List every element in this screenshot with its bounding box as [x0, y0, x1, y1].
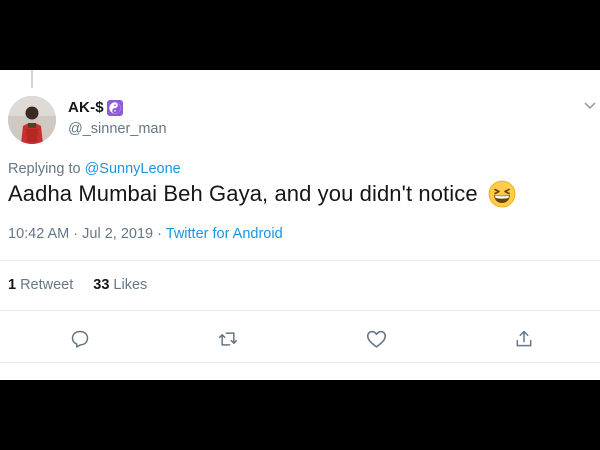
- tweet-text: Aadha Mumbai Beh Gaya, and you didn't no…: [8, 180, 516, 208]
- likes-count: 33: [93, 277, 110, 293]
- tweet-card: AK-$ @_sinner_man Replying to @SunnyLeon…: [0, 70, 600, 380]
- retweets-count: 1: [8, 277, 17, 293]
- author-display-name[interactable]: AK-$: [68, 99, 104, 116]
- replying-to-line: Replying to @SunnyLeone: [8, 161, 181, 177]
- tweet-action-bar: [0, 328, 600, 348]
- retweet-icon[interactable]: [217, 328, 239, 350]
- divider: [0, 260, 600, 261]
- letterbox-frame: AK-$ @_sinner_man Replying to @SunnyLeon…: [0, 0, 600, 450]
- meta-separator: ·: [157, 226, 162, 242]
- tweet-stats: 1 Retweet 33 Likes: [8, 277, 147, 293]
- tweet-date[interactable]: Jul 2, 2019: [82, 226, 153, 242]
- replying-to-label: Replying to: [8, 161, 81, 177]
- chevron-down-icon[interactable]: [583, 100, 597, 112]
- tweet-client-link[interactable]: Twitter for Android: [166, 226, 283, 242]
- avatar[interactable]: [8, 96, 56, 144]
- retweets-label: Retweet: [20, 277, 74, 293]
- share-icon[interactable]: [513, 328, 535, 350]
- thread-connector-line: [31, 70, 33, 88]
- author-handle[interactable]: @_sinner_man: [68, 121, 167, 137]
- tweet-meta: 10:42 AM · Jul 2, 2019 · Twitter for And…: [8, 226, 283, 242]
- likes-stat[interactable]: 33 Likes: [93, 277, 147, 293]
- author-name-row[interactable]: AK-$: [68, 99, 123, 116]
- tweet-body: Aadha Mumbai Beh Gaya, and you didn't no…: [8, 181, 478, 206]
- like-icon[interactable]: [365, 328, 387, 350]
- divider: [0, 310, 600, 311]
- divider: [0, 362, 600, 363]
- reply-icon[interactable]: [69, 328, 91, 350]
- meta-separator: ·: [73, 226, 79, 242]
- retweets-stat[interactable]: 1 Retweet: [8, 277, 73, 293]
- tweet-time[interactable]: 10:42 AM: [8, 226, 69, 242]
- grinning-squinting-face-icon: [488, 180, 516, 208]
- replying-to-mention-link[interactable]: @SunnyLeone: [85, 161, 181, 177]
- likes-label: Likes: [113, 277, 148, 293]
- yin-yang-emoji-icon: [106, 99, 123, 116]
